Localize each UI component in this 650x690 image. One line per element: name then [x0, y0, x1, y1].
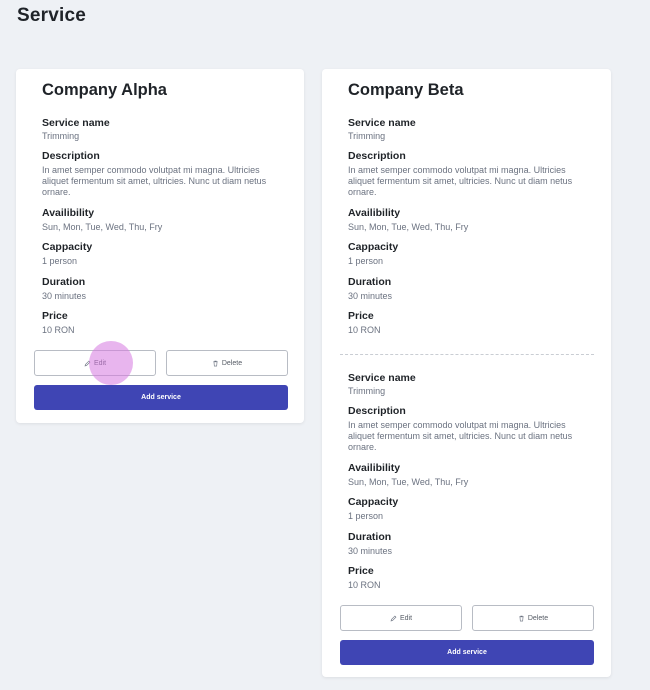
edit-button-label: Edit [399, 614, 413, 622]
duration-value: 30 minutes [348, 546, 393, 556]
service-name-label: Service name [42, 117, 110, 129]
service-name-value: Trimming [348, 131, 386, 141]
price-label: Price [348, 565, 374, 577]
price-value: 10 RON [42, 325, 75, 335]
service-name-label: Service name [348, 117, 416, 129]
add-service-button[interactable]: Add service [34, 385, 288, 410]
price-value: 10 RON [348, 325, 381, 335]
edit-button[interactable]: Edit [340, 605, 462, 631]
capacity-label: Cappacity [42, 241, 93, 253]
page-title: Service [17, 5, 87, 26]
description-value: In amet semper commodo volutpat mi magna… [42, 165, 267, 198]
delete-button-label: Delete [527, 614, 549, 622]
description-label: Description [348, 405, 406, 417]
pencil-icon [84, 360, 91, 367]
edit-button-label: Edit [93, 359, 107, 367]
company-title: Company Alpha [42, 81, 167, 99]
service-name-label: Service name [348, 372, 416, 384]
description-value: In amet semper commodo volutpat mi magna… [348, 420, 573, 453]
price-label: Price [42, 310, 68, 322]
duration-value: 30 minutes [348, 291, 393, 301]
description-label: Description [348, 150, 406, 162]
capacity-label: Cappacity [348, 241, 399, 253]
service-name-value: Trimming [348, 386, 386, 396]
company-card-beta: Company Beta Service name Trimming Descr… [322, 69, 611, 677]
capacity-value: 1 person [348, 256, 384, 266]
capacity-value: 1 person [348, 511, 384, 521]
edit-button[interactable]: Edit [34, 350, 156, 376]
availability-label: Availibility [42, 207, 95, 219]
capacity-label: Cappacity [348, 496, 399, 508]
availability-label: Availibility [348, 207, 401, 219]
duration-label: Duration [348, 276, 392, 288]
delete-button[interactable]: Delete [472, 605, 594, 631]
availability-value: Sun, Mon, Tue, Wed, Thu, Fry [348, 477, 469, 487]
trash-icon [518, 615, 525, 622]
duration-label: Duration [348, 531, 392, 543]
company-card-alpha: Company Alpha Service name Trimming Desc… [16, 69, 304, 423]
description-label: Description [42, 150, 100, 162]
company-title: Company Beta [348, 81, 464, 99]
availability-label: Availibility [348, 462, 401, 474]
service-divider [340, 354, 594, 355]
delete-button-label: Delete [221, 359, 243, 367]
availability-value: Sun, Mon, Tue, Wed, Thu, Fry [42, 222, 163, 232]
price-label: Price [348, 310, 374, 322]
add-service-button[interactable]: Add service [340, 640, 594, 665]
capacity-value: 1 person [42, 256, 78, 266]
delete-button[interactable]: Delete [166, 350, 288, 376]
service-name-value: Trimming [42, 131, 80, 141]
description-value: In amet semper commodo volutpat mi magna… [348, 165, 573, 198]
availability-value: Sun, Mon, Tue, Wed, Thu, Fry [348, 222, 469, 232]
trash-icon [212, 360, 219, 367]
pencil-icon [390, 615, 397, 622]
duration-label: Duration [42, 276, 86, 288]
duration-value: 30 minutes [42, 291, 87, 301]
price-value: 10 RON [348, 580, 381, 590]
